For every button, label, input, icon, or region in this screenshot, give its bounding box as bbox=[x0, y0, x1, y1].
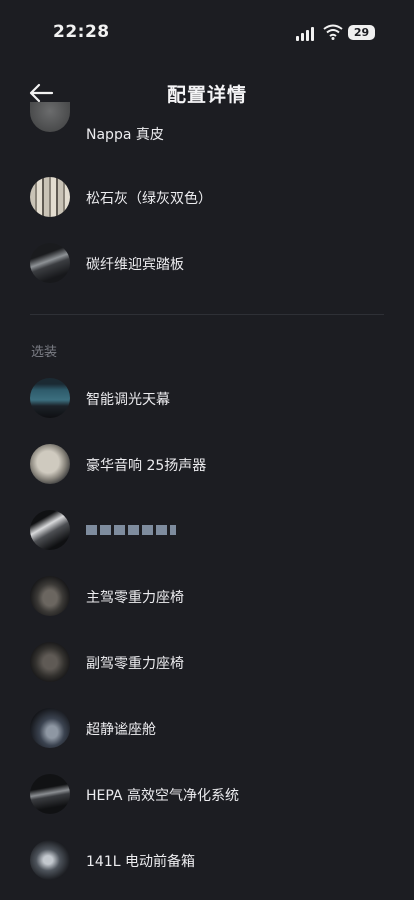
list-item-front-trunk: 141L 电动前备箱 bbox=[0, 831, 414, 891]
section-title-optional: 选装 bbox=[31, 345, 58, 360]
front-trunk-thumbnail bbox=[30, 840, 70, 880]
item-label: 碳纤维迎宾踏板 bbox=[86, 257, 184, 273]
signal-icon bbox=[296, 27, 316, 41]
interior-thumbnail bbox=[30, 510, 70, 550]
passenger-seat-thumbnail bbox=[30, 642, 70, 682]
list-item-driver-zero-gravity-seat: 主驾零重力座椅 bbox=[0, 567, 414, 627]
config-list[interactable]: Nappa 真皮 松石灰（绿灰双色） 碳纤维迎宾踏板 选装 智能调光天幕 豪华音… bbox=[0, 100, 414, 900]
list-item-smart-sunroof: 智能调光天幕 bbox=[0, 369, 414, 429]
clock: 22:28 bbox=[53, 22, 110, 42]
list-item-nappa-leather: Nappa 真皮 bbox=[0, 102, 414, 162]
item-label: 松石灰（绿灰双色） bbox=[86, 191, 212, 207]
speaker-thumbnail bbox=[30, 444, 70, 484]
item-label: 超静谧座舱 bbox=[86, 722, 156, 738]
list-item-quiet-cabin: 超静谧座舱 bbox=[0, 699, 414, 759]
list-item-interior-feature bbox=[0, 501, 414, 561]
item-label: 智能调光天幕 bbox=[86, 392, 170, 408]
battery-icon: 29 bbox=[348, 25, 375, 40]
blurred-label-icon bbox=[86, 525, 176, 535]
list-item-color-gray: 松石灰（绿灰双色） bbox=[0, 168, 414, 228]
item-label: 豪华音响 25扬声器 bbox=[86, 458, 207, 474]
wifi-icon bbox=[323, 24, 343, 40]
item-label: 副驾零重力座椅 bbox=[86, 656, 184, 672]
hepa-thumbnail bbox=[30, 774, 70, 814]
list-item-hepa-filter: HEPA 高效空气净化系统 bbox=[0, 765, 414, 825]
driver-seat-thumbnail bbox=[30, 576, 70, 616]
item-label: Nappa 真皮 bbox=[86, 127, 164, 143]
list-item-premium-audio: 豪华音响 25扬声器 bbox=[0, 435, 414, 495]
color-swatch-thumbnail bbox=[30, 177, 70, 217]
item-label: 141L 电动前备箱 bbox=[86, 854, 195, 870]
sunroof-thumbnail bbox=[30, 378, 70, 418]
divider bbox=[30, 314, 384, 315]
quiet-cabin-thumbnail bbox=[30, 708, 70, 748]
list-item-carbon-sill: 碳纤维迎宾踏板 bbox=[0, 234, 414, 294]
carbon-sill-thumbnail bbox=[30, 243, 70, 283]
item-label: 主驾零重力座椅 bbox=[86, 590, 184, 606]
status-bar: 22:28 29 bbox=[0, 0, 414, 66]
item-label: HEPA 高效空气净化系统 bbox=[86, 788, 239, 804]
leather-thumbnail bbox=[30, 102, 70, 132]
list-item-passenger-zero-gravity-seat: 副驾零重力座椅 bbox=[0, 633, 414, 693]
